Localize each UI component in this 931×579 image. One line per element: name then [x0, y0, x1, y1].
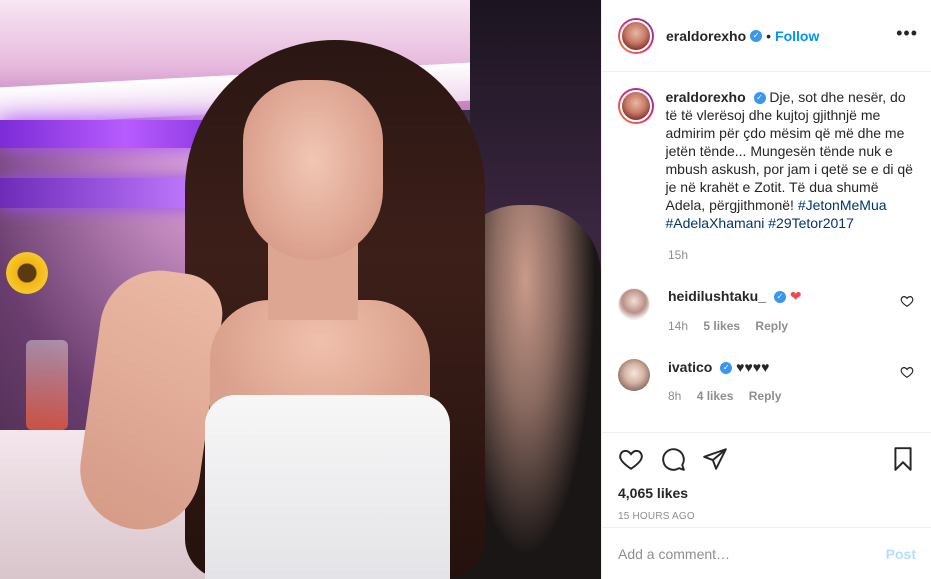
reply-button[interactable]: Reply — [749, 389, 782, 403]
post-header: eraldorexho ✓ • Follow ••• — [602, 0, 931, 72]
comment-likes[interactable]: 4 likes — [697, 389, 734, 403]
caption-text: eraldorexho ✓ Dje, sot dhe nesër, do të … — [666, 88, 917, 232]
caption-time[interactable]: 15h — [668, 248, 916, 262]
verified-icon: ✓ — [750, 29, 763, 42]
comment-time[interactable]: 8h — [668, 389, 681, 403]
verified-icon: ✓ — [753, 92, 766, 105]
add-comment-bar: Post — [602, 527, 931, 579]
commenter-username[interactable]: heidilushtaku_ — [668, 288, 766, 304]
comment-time[interactable]: 14h — [668, 319, 688, 333]
author-avatar-ring[interactable] — [618, 17, 654, 54]
comment-meta: 14h 5 likes Reply — [668, 319, 888, 333]
photo-white-top — [205, 395, 450, 579]
more-icon[interactable]: ••• — [896, 24, 918, 42]
action-icons — [618, 441, 916, 477]
comment-item: ivatico ✓ ♥♥♥♥ 8h 4 likes Reply — [618, 359, 918, 403]
comment-body: heidilushtaku_ ✓ ❤ 14h 5 likes Reply — [668, 288, 888, 333]
hashtag-link[interactable]: #JetonMeMua — [798, 197, 887, 213]
post-photo[interactable] — [0, 0, 601, 579]
caption-avatar-ring[interactable] — [618, 88, 654, 124]
comment-text: ♥♥♥♥ — [736, 359, 770, 375]
comment-input[interactable] — [618, 545, 886, 562]
verified-icon: ✓ — [720, 362, 733, 375]
author-avatar[interactable] — [620, 19, 652, 52]
heart-icon[interactable] — [618, 446, 644, 472]
hashtag-link[interactable]: #29Tetor2017 — [768, 215, 854, 231]
commenter-avatar[interactable] — [618, 288, 650, 320]
paper-plane-icon[interactable] — [702, 446, 728, 472]
photo-neon-light-2 — [0, 178, 200, 208]
post-timestamp[interactable]: 15 HOURS AGO — [618, 511, 916, 522]
verified-icon: ✓ — [773, 291, 786, 304]
post-button[interactable]: Post — [886, 546, 916, 562]
photo-glass — [26, 340, 68, 430]
photo-sunflower — [6, 252, 48, 294]
comment-item: heidilushtaku_ ✓ ❤ 14h 5 likes Reply — [618, 288, 918, 333]
bookmark-icon[interactable] — [890, 446, 916, 472]
likes-count[interactable]: 4,065 likes — [618, 485, 916, 501]
follow-button[interactable]: Follow — [775, 28, 819, 44]
comment-icon[interactable] — [660, 446, 686, 472]
post-side-panel: eraldorexho ✓ • Follow ••• eraldorexho ✓… — [601, 0, 931, 579]
commenter-username[interactable]: ivatico — [668, 359, 712, 375]
comment-meta: 8h 4 likes Reply — [668, 389, 888, 403]
photo-face — [243, 80, 383, 260]
caption-body: Dje, sot dhe nesër, do të të vlerësoj dh… — [665, 89, 913, 213]
commenter-avatar[interactable] — [618, 359, 650, 391]
author-username[interactable]: eraldorexho — [666, 28, 746, 44]
hashtag-link[interactable]: #AdelaXhamani — [666, 215, 765, 231]
comment-likes[interactable]: 5 likes — [703, 319, 740, 333]
red-heart-emoji: ❤ — [789, 288, 802, 304]
comment-body: ivatico ✓ ♥♥♥♥ 8h 4 likes Reply — [668, 359, 888, 403]
like-comment-heart-icon[interactable] — [900, 294, 914, 308]
separator-dot: • — [766, 27, 772, 44]
like-comment-heart-icon[interactable] — [900, 365, 914, 379]
reply-button[interactable]: Reply — [755, 319, 788, 333]
post-actions: 4,065 likes 15 HOURS AGO — [602, 432, 931, 527]
caption-avatar[interactable] — [619, 90, 652, 122]
caption-row: eraldorexho ✓ Dje, sot dhe nesër, do të … — [618, 88, 916, 232]
caption-username[interactable]: eraldorexho — [666, 89, 746, 105]
